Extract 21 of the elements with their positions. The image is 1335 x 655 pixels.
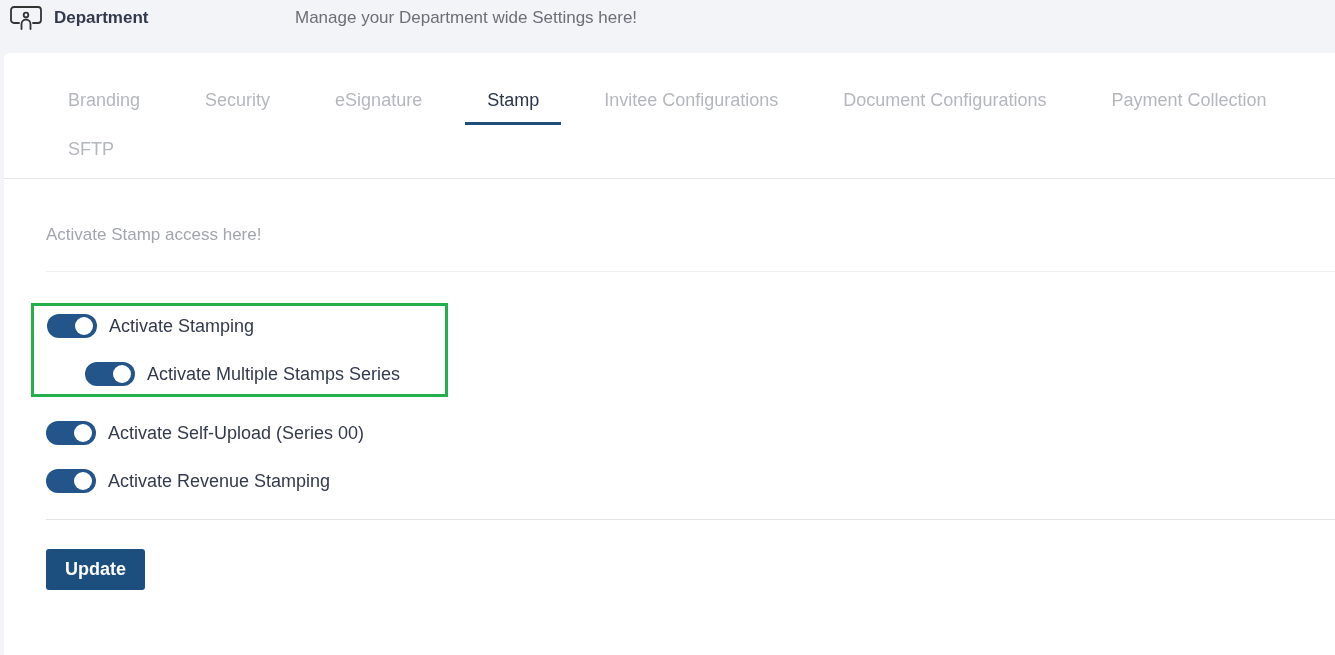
toggle-label: Activate Multiple Stamps Series: [147, 363, 401, 385]
toggle-switch[interactable]: [46, 421, 96, 445]
tab[interactable]: Security: [183, 80, 293, 125]
page-subtitle: Manage your Department wide Settings here!: [295, 8, 638, 28]
tab[interactable]: SFTP: [46, 129, 136, 174]
toggle-switch[interactable]: [46, 469, 96, 493]
toggle-label: Activate Self-Upload (Series 00): [108, 422, 365, 444]
toggle-label: Activate Revenue Stamping: [108, 470, 331, 492]
toggle-switch[interactable]: [47, 314, 97, 338]
tab[interactable]: Payment Collection: [1089, 80, 1289, 125]
tab[interactable]: Document Configurations: [821, 80, 1069, 125]
page-title: Department: [54, 8, 149, 28]
section-description: Activate Stamp access here!: [46, 179, 1335, 272]
tab[interactable]: Branding: [46, 80, 163, 125]
update-button[interactable]: Update: [46, 549, 145, 590]
toggle-switch[interactable]: [85, 362, 135, 386]
tab[interactable]: eSignature: [313, 80, 445, 125]
presenter-icon: [9, 5, 43, 31]
tab[interactable]: Invitee Configurations: [582, 80, 801, 125]
toggle-label: Activate Stamping: [109, 315, 255, 337]
tab[interactable]: Stamp: [465, 80, 562, 125]
